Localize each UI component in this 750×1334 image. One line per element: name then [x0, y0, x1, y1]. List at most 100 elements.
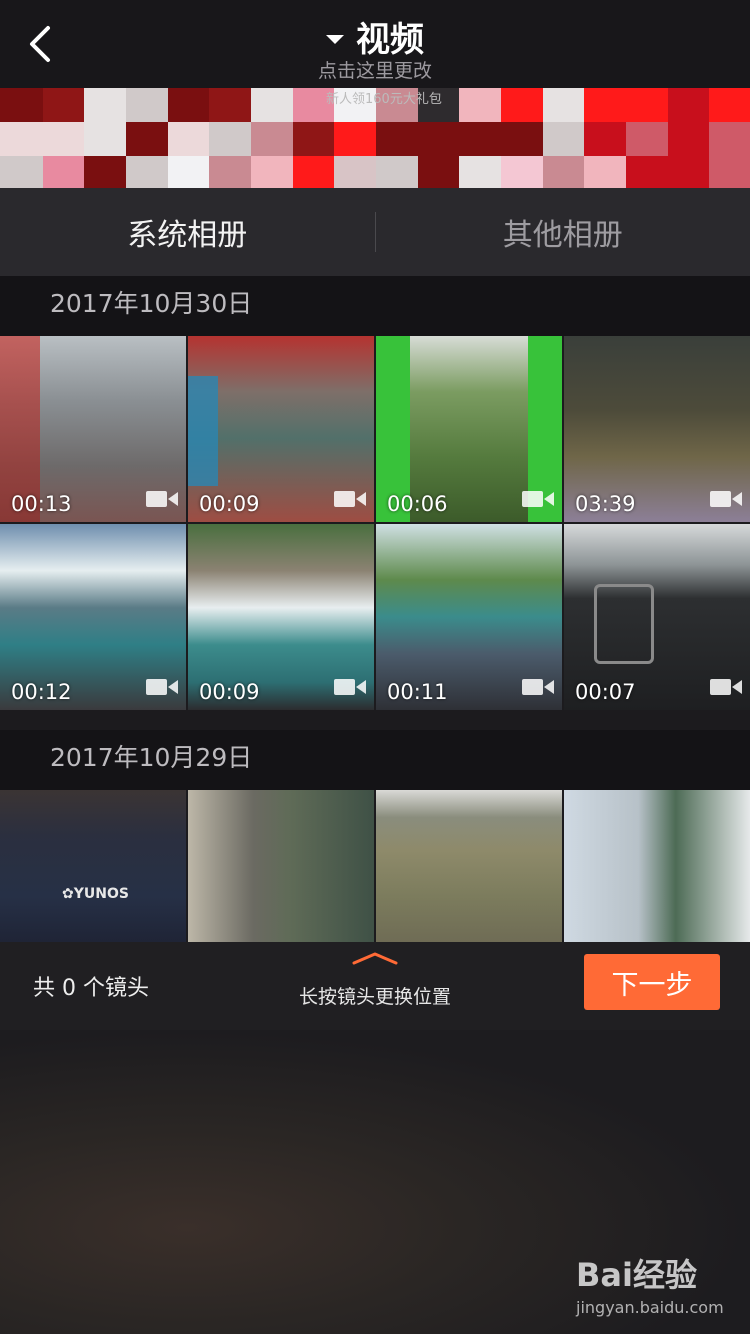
banner-mosaic-block: [125, 154, 168, 188]
bottom-bar: 共 0 个镜头 长按镜头更换位置 下一步: [0, 942, 750, 1030]
banner-mosaic-block: [41, 154, 85, 188]
video-duration: 00:12: [11, 680, 72, 704]
expand-handle-icon[interactable]: [352, 950, 398, 965]
next-step-button[interactable]: 下一步: [584, 954, 720, 1010]
banner-mosaic-block: [208, 154, 251, 188]
banner-mosaic-block: [250, 88, 293, 123]
banner-mosaic-block: [708, 88, 750, 123]
video-thumbnail[interactable]: 00:12: [0, 524, 186, 710]
video-camera-icon: [710, 490, 742, 508]
banner-mosaic-block: [666, 121, 710, 156]
video-thumbnail[interactable]: [376, 790, 562, 942]
banner-mosaic-block: [541, 121, 585, 156]
banner-mosaic-block: [375, 121, 418, 156]
banner-mosaic-block: [250, 121, 293, 156]
banner-mosaic-block: [708, 121, 750, 156]
banner-mosaic-block: [416, 121, 460, 156]
banner-mosaic-block: [250, 154, 293, 188]
caret-down-icon: [326, 35, 344, 44]
top-bar: 视频 点击这里更改: [0, 0, 750, 88]
banner-mosaic-block: [0, 154, 43, 188]
video-camera-icon: [334, 678, 366, 696]
banner-mosaic-block: [500, 154, 543, 188]
banner-mosaic-block: [166, 88, 210, 123]
video-thumbnail[interactable]: 00:07: [564, 524, 750, 710]
video-grid: 00:13 00:09 00:06 03:39 00:12 00:09 00:1…: [0, 336, 750, 710]
banner-mosaic-block: [583, 154, 626, 188]
video-thumbnail[interactable]: [564, 790, 750, 942]
banner-mosaic-block: [708, 154, 750, 188]
video-camera-icon: [710, 678, 742, 696]
banner-mosaic-block: [458, 154, 501, 188]
video-duration: 00:06: [387, 492, 448, 516]
banner-mosaic-block: [208, 88, 251, 123]
banner-mosaic-block: [125, 88, 168, 123]
banner-mosaic-block: [166, 121, 210, 156]
video-duration: 00:11: [387, 680, 448, 704]
video-camera-icon: [334, 490, 366, 508]
video-thumbnail[interactable]: 00:06: [376, 336, 562, 522]
video-camera-icon: [146, 490, 178, 508]
video-thumbnail[interactable]: 00:13: [0, 336, 186, 522]
banner-mosaic-block: [625, 121, 668, 156]
banner-mosaic-block: [500, 121, 543, 156]
video-duration: 00:09: [199, 680, 260, 704]
banner-mosaic-block: [583, 121, 626, 156]
date-header: 2017年10月30日: [0, 276, 750, 336]
video-duration: 00:09: [199, 492, 260, 516]
banner-mosaic-block: [41, 121, 85, 156]
banner-mosaic-block: [333, 154, 376, 188]
banner-mosaic-block: [83, 154, 126, 188]
video-camera-icon: [146, 678, 178, 696]
video-thumbnail[interactable]: 00:09: [188, 336, 374, 522]
banner-mosaic-block: [666, 154, 710, 188]
ad-banner[interactable]: 新人领160元大礼包: [0, 88, 750, 188]
banner-mosaic-block: [166, 154, 210, 188]
album-picker[interactable]: 视频: [0, 12, 750, 61]
tab-other-album[interactable]: 其他相册: [376, 188, 750, 276]
page-title: 视频: [356, 20, 424, 60]
video-duration: 03:39: [575, 492, 636, 516]
video-thumbnail[interactable]: ✿YUNOS: [0, 790, 186, 942]
banner-mosaic-block: [458, 121, 501, 156]
section-date: 2017年10月29日: [50, 743, 253, 772]
banner-mosaic-block: [458, 88, 501, 123]
banner-mosaic-block: [500, 88, 543, 123]
banner-mosaic-block: [625, 154, 668, 188]
date-header: 2017年10月29日: [0, 730, 750, 790]
video-thumbnail[interactable]: [188, 790, 374, 942]
banner-mosaic-block: [83, 121, 126, 156]
video-thumbnail[interactable]: 00:09: [188, 524, 374, 710]
watermark-logo: Bai经验: [576, 1256, 697, 1294]
banner-mosaic-block: [83, 88, 126, 123]
banner-mosaic-block: [125, 121, 168, 156]
video-grid: ✿YUNOS: [0, 790, 750, 942]
banner-mosaic-block: [541, 88, 585, 123]
banner-mosaic-block: [0, 88, 43, 123]
tab-system-album[interactable]: 系统相册: [0, 188, 375, 276]
banner-mosaic-block: [208, 121, 251, 156]
banner-mosaic-block: [583, 88, 626, 123]
baidu-jingyan-watermark: Bai经验 jingyan.baidu.com: [576, 1250, 724, 1322]
banner-mosaic-block: [541, 154, 585, 188]
video-duration: 00:07: [575, 680, 636, 704]
banner-mosaic-block: [666, 88, 710, 123]
banner-mosaic-block: [375, 154, 418, 188]
yunos-logo: ✿YUNOS: [62, 886, 129, 902]
section-date: 2017年10月30日: [50, 289, 253, 318]
banner-mosaic-block: [333, 121, 376, 156]
banner-mosaic-block: [625, 88, 668, 123]
video-camera-icon: [522, 678, 554, 696]
banner-mosaic-block: [416, 154, 460, 188]
change-source-hint[interactable]: 点击这里更改: [0, 56, 750, 83]
video-camera-icon: [522, 490, 554, 508]
banner-text: 新人领160元大礼包: [326, 92, 442, 107]
banner-mosaic-block: [41, 88, 85, 123]
album-tabs: 系统相册 其他相册: [0, 188, 750, 276]
banner-mosaic-block: [0, 121, 43, 156]
video-thumbnail[interactable]: 03:39: [564, 336, 750, 522]
video-thumbnail[interactable]: 00:11: [376, 524, 562, 710]
banner-mosaic-block: [291, 154, 335, 188]
watermark-url: jingyan.baidu.com: [576, 1298, 724, 1317]
banner-mosaic-block: [291, 121, 335, 156]
